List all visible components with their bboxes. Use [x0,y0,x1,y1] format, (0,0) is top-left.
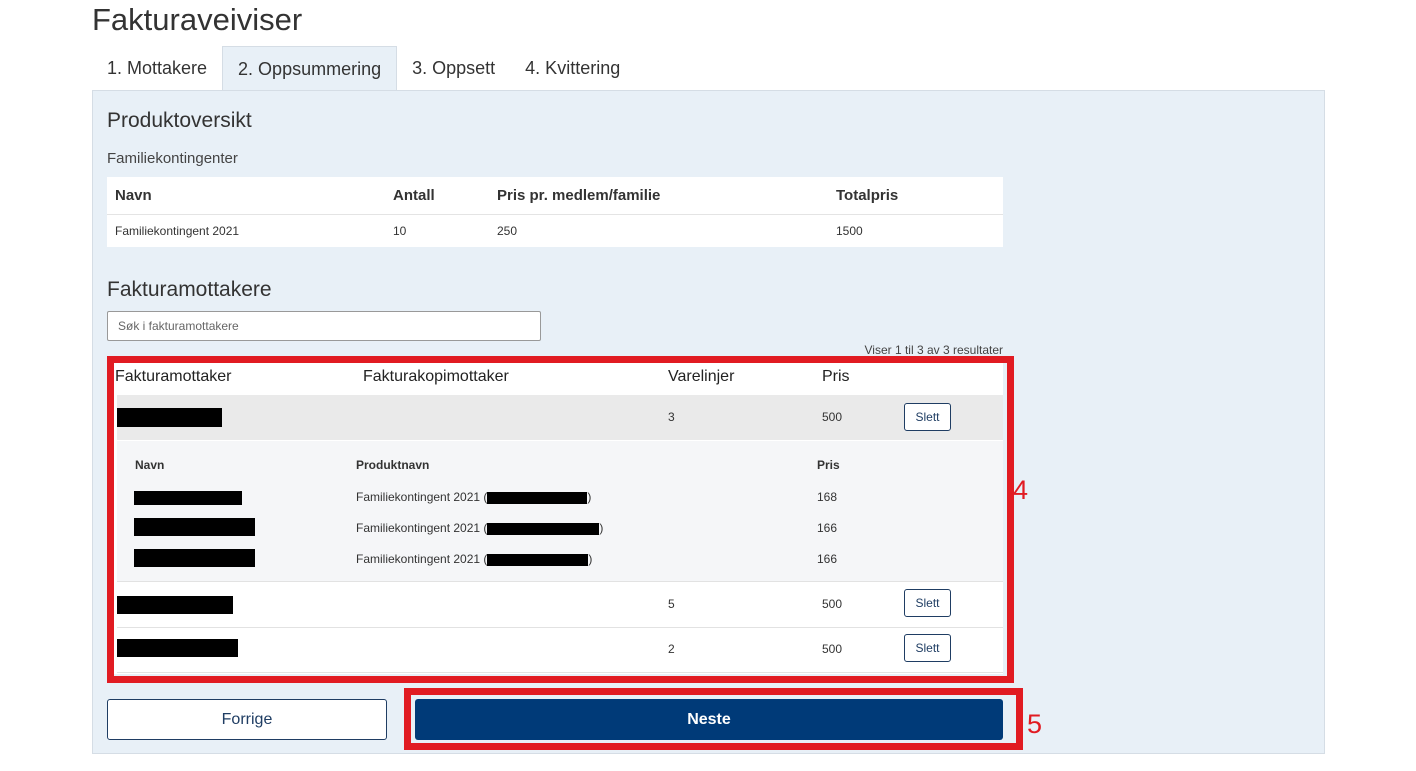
col-antall: Antall [385,177,489,215]
recipient-row[interactable]: 5 500 Slett [117,582,1003,628]
product-table: Navn Antall Pris pr. medlem/familie Tota… [107,177,1003,247]
recipient-search-input[interactable] [107,311,541,341]
product-name: Familiekontingent 2021 [115,224,240,238]
tab-oppsett[interactable]: 3. Oppsett [397,46,510,90]
row-pris: 500 [822,597,843,611]
redacted-name [117,639,238,657]
recipients-table: Fakturamottaker Fakturakopimottaker Vare… [107,357,1003,674]
col-pris: Pris [822,368,850,385]
product-price: 250 [497,224,518,238]
redacted-member-name [134,518,255,536]
wizard-tabs: 1. Mottakere 2. Oppsummering 3. Oppsett … [92,46,635,91]
product-total: 1500 [836,224,863,238]
annotation-label-4: 4 [1013,475,1029,505]
recipient-row[interactable]: 2 500 Slett [117,627,1003,673]
col-fakturakopimottaker: Fakturakopimottaker [363,368,509,385]
row-pris: 500 [822,642,843,656]
row-pris: 500 [822,410,843,424]
next-button[interactable]: Neste [415,699,1003,740]
redacted-member-name [134,549,255,567]
redacted-name [117,596,233,614]
redacted-member [487,553,589,566]
tab-mottakere[interactable]: 1. Mottakere [92,46,222,90]
row-varelinjer: 3 [668,410,675,424]
col-totalpris: Totalpris [828,177,1003,215]
col-pris-pr-medlem: Pris pr. medlem/familie [489,177,828,215]
annotation-label-5: 5 [1027,709,1043,739]
detail-col-produktnavn: Produktnavn [356,458,430,472]
detail-product: Familiekontingent 2021 () [356,490,592,504]
detail-product: Familiekontingent 2021 () [356,552,593,566]
table-row: Familiekontingent 2021 10 250 1500 [107,215,1003,248]
redacted-member [487,491,588,504]
product-count: 10 [393,224,407,238]
detail-pris: 168 [817,490,838,504]
tab-oppsummering[interactable]: 2. Oppsummering [222,46,398,91]
col-fakturamottaker: Fakturamottaker [115,368,232,385]
detail-pris: 166 [817,521,838,535]
redacted-name [117,408,222,427]
product-overview-title: Produktoversikt [107,109,252,132]
product-group-subtitle: Familiekontingenter [107,150,238,167]
detail-pris: 166 [817,552,838,566]
detail-product: Familiekontingent 2021 () [356,521,604,535]
row-varelinjer: 5 [668,597,675,611]
redacted-member [487,522,600,535]
delete-button[interactable]: Slett [904,589,951,617]
delete-button[interactable]: Slett [904,403,951,431]
tab-kvittering[interactable]: 4. Kvittering [510,46,635,90]
delete-button[interactable]: Slett [904,634,951,662]
col-varelinjer: Varelinjer [668,368,735,385]
recipient-row[interactable]: 3 500 Slett [117,395,1003,440]
result-count: Viser 1 til 3 av 3 resultater [864,343,1003,357]
page-title: Fakturaveiviser [92,2,303,37]
detail-col-pris: Pris [817,458,840,472]
redacted-member-name [134,491,242,505]
row-varelinjer: 2 [668,642,675,656]
col-navn: Navn [107,177,385,215]
recipient-detail: Navn Produktnavn Pris Familiekontingent … [117,441,1003,582]
recipients-title: Fakturamottakere [107,278,272,301]
detail-col-navn: Navn [135,458,165,472]
previous-button[interactable]: Forrige [107,699,387,740]
